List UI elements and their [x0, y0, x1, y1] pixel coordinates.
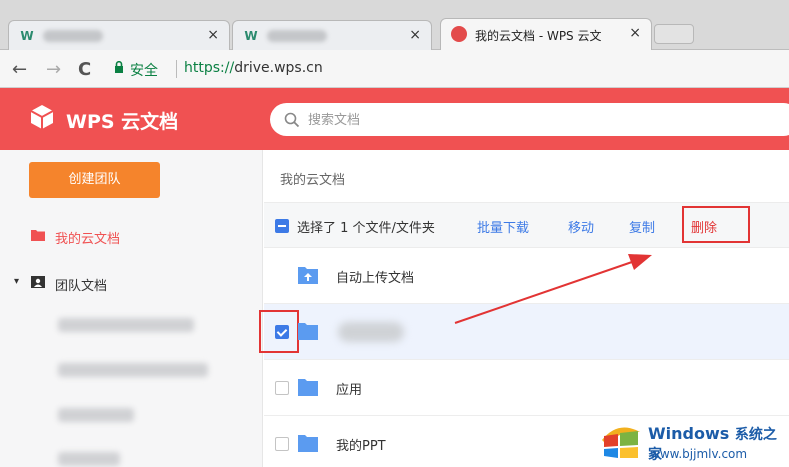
watermark-brand-text: Windows [648, 424, 730, 443]
reload-button[interactable]: C [78, 59, 91, 80]
blurred-team-item[interactable] [58, 452, 120, 466]
browser-tab-strip: W × W × 我的云文档 - WPS 云文 × [0, 0, 789, 50]
folder-icon [298, 435, 318, 452]
copy-button[interactable]: 复制 [629, 217, 655, 236]
screen: W × W × 我的云文档 - WPS 云文 × ← → C 安全 https:… [0, 0, 789, 467]
url-host: drive.wps.cn [234, 60, 323, 76]
breadcrumb[interactable]: 我的云文档 [280, 169, 345, 188]
lock-icon [115, 61, 123, 73]
blurred-team-item[interactable] [58, 363, 208, 377]
blurred-tab-title [267, 30, 327, 42]
url-field[interactable]: https://drive.wps.cn [184, 60, 323, 76]
sidebar-item-team-docs[interactable]: 团队文档 [55, 275, 107, 294]
windows-logo-icon [602, 427, 640, 458]
address-bar: ← → C 安全 https://drive.wps.cn [0, 50, 789, 88]
selection-count-text: 选择了 1 个文件/文件夹 [297, 221, 435, 236]
selection-toolbar: 选择了 1 个文件/文件夹 批量下载 移动 复制 删除 [264, 202, 789, 248]
file-row[interactable]: 自动上传文档 [264, 248, 789, 304]
wps-cloud-logo-icon [30, 105, 54, 129]
wps-writer-icon: W [244, 29, 258, 43]
blurred-tab-title [43, 30, 103, 42]
search-icon [284, 112, 300, 128]
watermark-url: www.bjjmlv.com [650, 447, 748, 461]
delete-highlight-box: 删除 [682, 206, 750, 243]
close-tab-icon[interactable]: × [629, 25, 641, 41]
select-all-checkbox[interactable] [275, 219, 289, 233]
move-button[interactable]: 移动 [568, 217, 594, 236]
close-tab-icon[interactable]: × [409, 27, 421, 43]
file-name[interactable]: 自动上传文档 [336, 267, 414, 286]
blurred-team-item[interactable] [58, 408, 134, 422]
watermark: Windows 系统之家 www.bjjmlv.com [598, 414, 789, 467]
create-team-button[interactable]: 创建团队 [29, 162, 160, 198]
file-row-selected[interactable] [259, 304, 789, 360]
url-scheme: https:// [184, 60, 235, 76]
team-folder-icon [31, 276, 45, 288]
back-button[interactable]: ← [12, 59, 27, 80]
row-checkbox[interactable] [275, 381, 289, 395]
search-input[interactable] [308, 110, 708, 130]
blurred-team-item[interactable] [58, 318, 194, 332]
secure-label: 安全 [130, 63, 158, 79]
divider [176, 60, 177, 78]
folder-icon [298, 323, 318, 340]
app-header: WPS 云文档 [0, 88, 789, 150]
batch-download-button[interactable]: 批量下载 [477, 217, 529, 236]
new-tab-button[interactable] [654, 24, 694, 44]
delete-button[interactable]: 删除 [691, 217, 717, 236]
upload-folder-icon [298, 267, 318, 284]
sidebar: 创建团队 我的云文档 ▾ 团队文档 [0, 150, 263, 467]
blurred-file-name [338, 322, 404, 342]
checkbox-highlight-box [259, 310, 299, 353]
sidebar-item-my-docs[interactable]: 我的云文档 [55, 228, 120, 247]
file-name[interactable]: 我的PPT [336, 435, 386, 454]
folder-icon [298, 379, 318, 396]
browser-tab-1[interactable]: W × [8, 20, 230, 50]
search-box[interactable] [270, 103, 789, 136]
expand-toggle-icon[interactable]: ▾ [14, 276, 19, 287]
wps-cloud-favicon [451, 26, 467, 42]
browser-tab-2[interactable]: W × [232, 20, 432, 50]
close-tab-icon[interactable]: × [207, 27, 219, 43]
browser-tab-active[interactable]: 我的云文档 - WPS 云文 × [440, 18, 652, 50]
tab-title: 我的云文档 - WPS 云文 [475, 29, 602, 43]
folder-red-icon [31, 230, 45, 241]
app-logo-text: WPS 云文档 [66, 111, 179, 133]
row-checkbox[interactable] [275, 437, 289, 451]
wps-writer-icon: W [20, 29, 34, 43]
file-name[interactable]: 应用 [336, 379, 362, 398]
file-row[interactable]: 应用 [264, 360, 789, 416]
forward-button[interactable]: → [46, 59, 61, 80]
